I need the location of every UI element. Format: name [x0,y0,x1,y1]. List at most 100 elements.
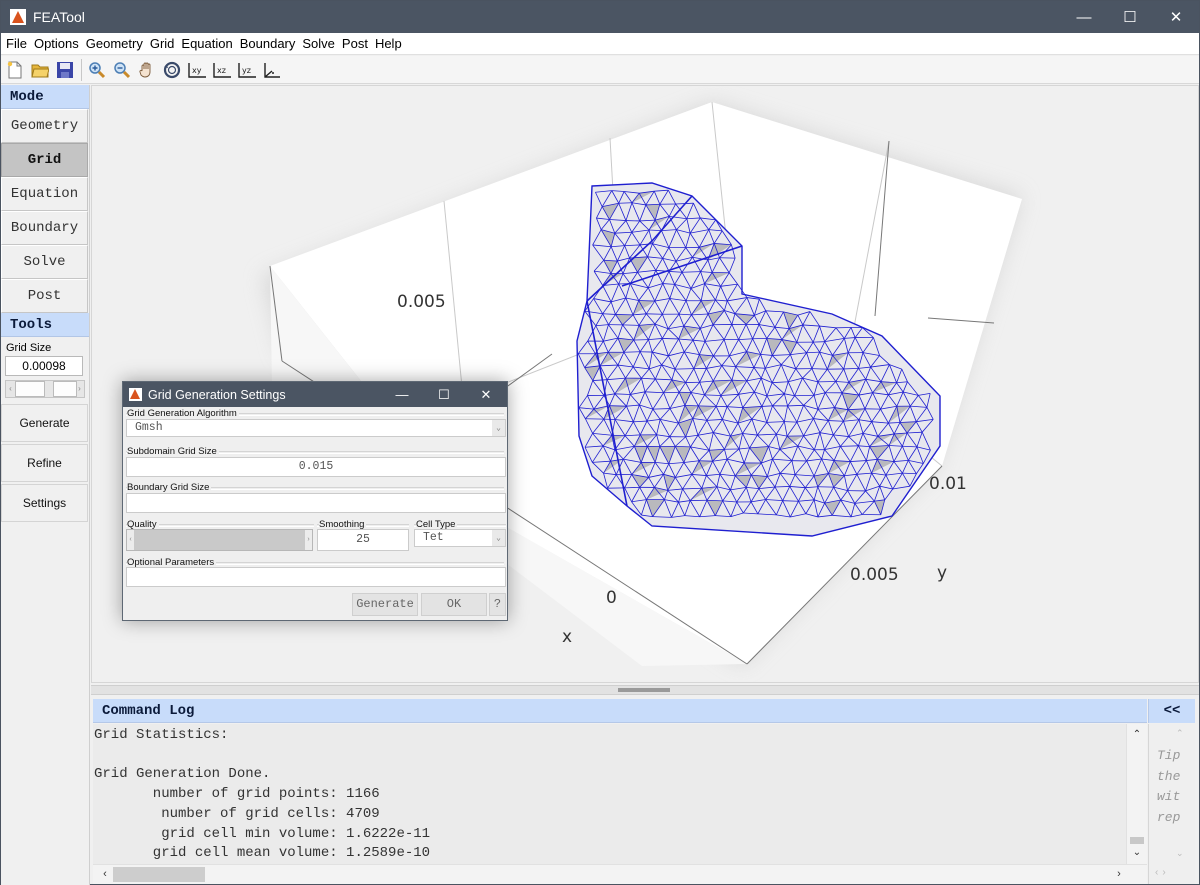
tips-scroll-up-icon[interactable]: ⌃ [1176,728,1184,739]
slider-thumb[interactable] [15,381,45,397]
scroll-right-icon[interactable]: › [1111,865,1127,884]
dialog-generate-button[interactable]: Generate [352,593,418,616]
slider-left-arrow-icon[interactable]: ‹ [127,530,134,550]
view-yz-button[interactable]: yz [236,59,258,81]
save-button[interactable] [54,59,76,81]
menu-boundary[interactable]: Boundary [237,33,299,55]
log-hscroll-thumb[interactable] [113,867,205,882]
mesh-edge [662,338,679,340]
collapse-tips-button[interactable]: << [1148,699,1195,723]
new-file-button[interactable] [4,59,26,81]
svg-text:xz: xz [217,66,226,75]
chevron-down-icon[interactable]: ⌄ [492,420,505,436]
menu-geometry[interactable]: Geometry [83,33,146,55]
y-tick-label-0-005: 0.005 [850,565,899,585]
mode-geometry-button[interactable]: Geometry [1,109,88,143]
menu-bar: File Options Geometry Grid Equation Boun… [1,33,1199,55]
tips-panel: ⌃ Tip the wit rep ⌄ ‹› [1148,724,1195,884]
log-line: ​ [94,746,1126,766]
minimize-button[interactable]: — [1061,1,1107,33]
zoom-in-button[interactable] [86,59,108,81]
matlab-logo-icon [10,9,26,25]
tips-line: the [1157,768,1181,784]
dialog-help-button[interactable]: ? [489,593,506,616]
mesh-edge [609,405,627,407]
grid-size-input[interactable]: 0.00098 [5,356,83,376]
menu-file[interactable]: File [3,33,30,55]
zoom-out-button[interactable] [111,59,133,81]
view-xy-button[interactable]: xy [186,59,208,81]
zoom-out-icon [114,61,131,78]
view-xz-button[interactable]: xz [211,59,233,81]
maximize-button[interactable]: ☐ [1107,1,1153,33]
menu-post[interactable]: Post [339,33,371,55]
x-axis-label: x [562,627,573,647]
subdomain-grid-size-input[interactable]: 0.015 [126,457,506,477]
menu-solve[interactable]: Solve [299,33,338,55]
mesh-edge [784,421,797,423]
slider-right-arrow-icon[interactable]: › [305,530,312,550]
scroll-up-icon[interactable]: ⌃ [1127,727,1147,743]
splitter-grip[interactable] [618,688,670,692]
mode-grid-button[interactable]: Grid [1,143,88,177]
new-file-icon [7,61,22,78]
minimize-icon: — [395,387,409,402]
view-xz-icon: xz [213,62,231,78]
close-icon: ✕ [480,386,492,402]
menu-help[interactable]: Help [372,33,405,55]
dialog-minimize-button[interactable]: — [381,382,423,407]
mode-equation-button[interactable]: Equation [1,177,88,211]
close-button[interactable]: ✕ [1153,1,1199,33]
mesh-edge [794,394,815,397]
panel-splitter[interactable] [91,685,1199,695]
tips-line: Tip [1157,748,1181,763]
grid-settings-button[interactable]: Settings [1,484,88,522]
left-panel: Mode Geometry Grid Equation Boundary Sol… [1,85,90,885]
menu-grid[interactable]: Grid [147,33,178,55]
boundary-grid-size-label: Boundary Grid Size [127,482,212,493]
open-folder-button[interactable] [29,59,51,81]
rotate-button[interactable] [161,59,183,81]
grid-size-slider[interactable]: ‹ › [5,380,85,398]
algorithm-label: Grid Generation Algorithm [127,408,239,419]
boundary-grid-size-input[interactable] [126,493,506,513]
dialog-maximize-button[interactable]: ☐ [423,382,465,407]
cell-type-select[interactable]: Tet ⌄ [414,529,506,547]
toolbar-separator [81,58,82,81]
dialog-close-button[interactable]: ✕ [465,382,507,407]
refine-grid-button[interactable]: Refine [1,444,88,482]
menu-options[interactable]: Options [31,33,82,55]
chevron-down-icon[interactable]: ⌄ [492,530,505,546]
mode-boundary-button[interactable]: Boundary [1,211,88,245]
y-axis-label: y [937,563,948,583]
mode-solve-button[interactable]: Solve [1,245,88,279]
smoothing-input[interactable]: 25 [317,529,409,551]
log-horizontal-scrollbar[interactable]: ‹ › [93,864,1147,884]
tips-hscroll-arrows-icon[interactable]: ‹› [1155,867,1170,878]
algorithm-select[interactable]: Gmsh ⌄ [126,419,506,437]
dialog-ok-button[interactable]: OK [421,593,487,616]
mesh-edge [624,486,640,489]
log-vscroll-thumb[interactable] [1130,837,1144,844]
scroll-down-icon[interactable]: ⌄ [1127,845,1147,861]
menu-equation[interactable]: Equation [178,33,235,55]
pan-button[interactable] [136,59,158,81]
window-title: FEATool [33,9,85,25]
mode-post-button[interactable]: Post [1,279,88,313]
pan-hand-icon [139,62,151,77]
cell-type-value: Tet [423,531,444,544]
log-line: grid cell mean volume: 1.2589e-10 [94,845,431,862]
scroll-left-icon[interactable]: ‹ [97,865,113,884]
view-3d-button[interactable] [261,59,283,81]
slider-right-arrow-icon[interactable]: › [75,381,84,397]
quality-slider[interactable]: ‹ › [126,529,313,551]
log-vertical-scrollbar[interactable]: ⌃ ⌄ [1126,724,1147,864]
dialog-title: Grid Generation Settings [148,387,286,402]
tips-line: wit [1157,789,1181,804]
maximize-icon: ☐ [438,386,450,402]
optional-parameters-input[interactable] [126,567,506,587]
slider-left-arrow-icon[interactable]: ‹ [6,381,15,397]
tips-scroll-down-icon[interactable]: ⌄ [1176,848,1184,859]
algorithm-value: Gmsh [135,421,163,434]
mesh-edge [638,300,655,302]
